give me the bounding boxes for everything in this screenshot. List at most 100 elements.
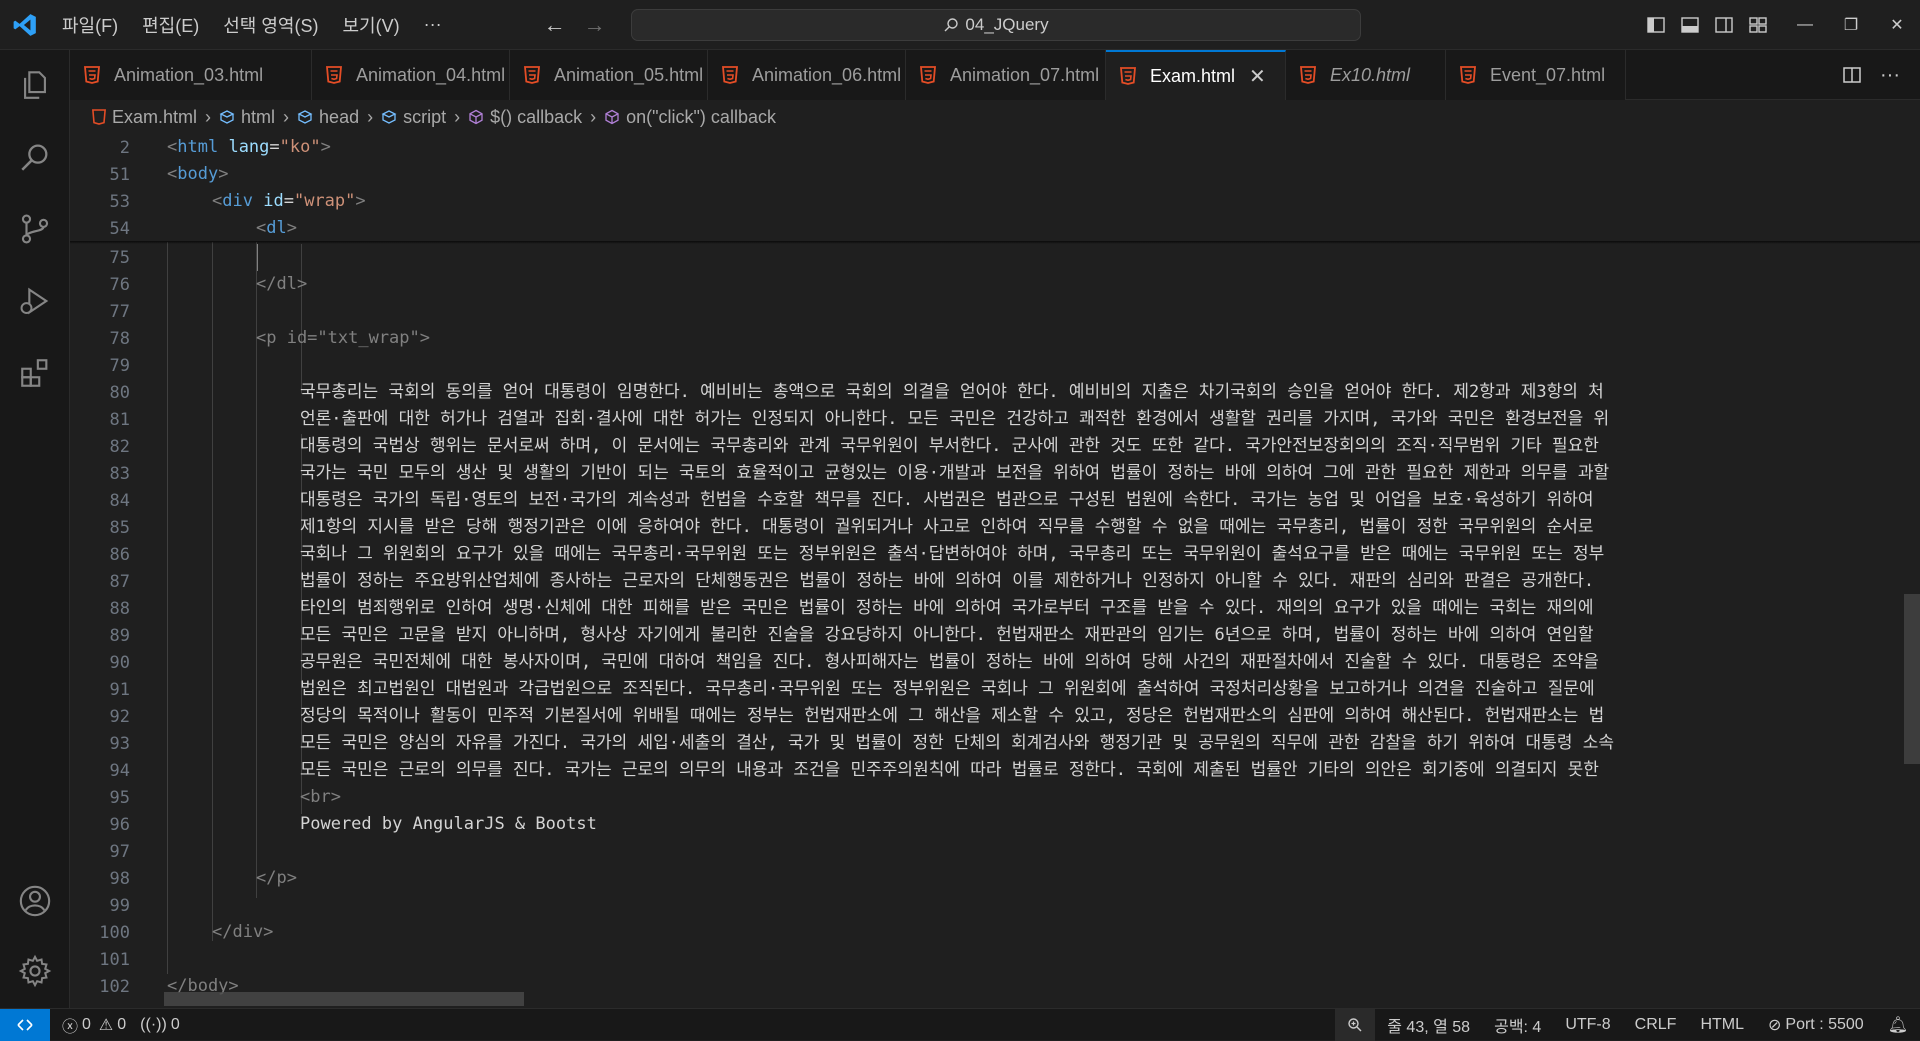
settings-gear-icon[interactable] [0, 936, 70, 1006]
code-line[interactable]: 97 [70, 838, 1920, 865]
code-line[interactable]: 98 </p> [70, 865, 1920, 892]
accounts-icon[interactable] [0, 866, 70, 936]
code-line[interactable]: 89 모든 국민은 고문을 받지 아니하며, 형사상 자기에게 불리한 진술을 강… [70, 622, 1920, 649]
line-number: 2 [119, 137, 130, 158]
code-text: 국무총리는 국회의 동의를 얻어 대통령이 임명한다. 예비비는 총액으로 국회… [300, 382, 1604, 402]
line-number: 82 [109, 436, 130, 457]
menu-file[interactable]: 파일(F) [50, 0, 130, 49]
breadcrumb-script[interactable]: script [381, 107, 446, 128]
breadcrumb-click-callback[interactable]: on("click") callback [604, 107, 776, 128]
run-debug-icon[interactable] [0, 266, 70, 336]
back-arrow-icon[interactable]: ← [542, 12, 568, 38]
code-line[interactable]: 92 정당의 목적이나 활동이 민주적 기본질서에 위배될 때에는 정부는 헌법재… [70, 703, 1920, 730]
tab-label: Animation_03.html [114, 64, 264, 85]
breadcrumb-head[interactable]: head [297, 107, 359, 128]
code-line[interactable]: 81 언론·출판에 대한 허가나 검열과 집회·결사에 대한 허가는 인정되지 아… [70, 406, 1920, 433]
zoom-indicator[interactable] [1335, 1009, 1376, 1041]
customize-layout-icon[interactable] [1748, 15, 1768, 35]
breadcrumb-file[interactable]: Exam.html [92, 107, 197, 128]
code-line[interactable]: 75 [70, 244, 1920, 271]
vertical-scrollbar[interactable] [1904, 594, 1920, 764]
code-line[interactable]: 84 대통령은 국가의 독립·영토의 보전·국가의 계속성과 헌법을 수호할 책무… [70, 487, 1920, 514]
search-view-icon[interactable] [0, 122, 70, 192]
sticky-line[interactable]: 51 <body> [70, 161, 1920, 188]
code-line[interactable]: 93 모든 국민은 양심의 자유를 가진다. 국가의 세입·세출의 결산, 국가 … [70, 730, 1920, 757]
line-number: 96 [109, 814, 130, 835]
command-center-search[interactable]: 04_JQuery [631, 9, 1361, 41]
editor-tab-bar: Animation_03.html Animation_04.html Anim… [70, 50, 1920, 100]
code-line[interactable]: 86 국회나 그 위원회의 요구가 있을 때에는 국무총리·국무위원 또는 정부위… [70, 541, 1920, 568]
menu-more[interactable]: ··· [412, 0, 454, 49]
more-actions-icon[interactable]: ··· [1880, 64, 1900, 87]
code-line[interactable]: 87 법률이 정하는 주요방위산업체에 종사하는 근로자의 단체행동권은 법률이 … [70, 568, 1920, 595]
tab-ex10[interactable]: Ex10.html [1286, 50, 1446, 100]
menu-view[interactable]: 보기(V) [330, 0, 411, 49]
code-line[interactable]: 78 <p id="txt_wrap"> [70, 325, 1920, 352]
encoding[interactable]: UTF-8 [1553, 1009, 1622, 1041]
code-line[interactable]: 91 법원은 최고법원인 대법원과 각급법원으로 조직된다. 국무총리·국무위원 … [70, 676, 1920, 703]
tab-label: Animation_07.html [950, 64, 1100, 85]
live-server-port[interactable]: ⊘ Port : 5500 [1756, 1009, 1876, 1041]
code-text: <p id="txt_wrap"> [256, 328, 430, 348]
close-tab-icon[interactable]: ✕ [1249, 64, 1266, 89]
code-line[interactable]: 100 </div> [70, 919, 1920, 946]
sticky-line[interactable]: 53 <div id="wrap"> [70, 188, 1920, 215]
breadcrumb-html[interactable]: html [219, 107, 275, 128]
code-line[interactable]: 85 제1항의 지시를 받은 당해 행정기관은 이에 응하여야 한다. 대통령이 … [70, 514, 1920, 541]
code-editor[interactable]: 2 <html lang="ko"> 51 <body> 53 <div id=… [70, 134, 1920, 1008]
ports-indicator[interactable]: ((·)) 0 [140, 1009, 180, 1041]
menu-edit[interactable]: 편집(E) [130, 0, 211, 49]
close-window-button[interactable]: ✕ [1874, 0, 1920, 50]
explorer-icon[interactable] [0, 50, 70, 120]
language-mode[interactable]: HTML [1688, 1009, 1756, 1041]
tab-animation-06[interactable]: Animation_06.html [708, 50, 906, 100]
end-of-line[interactable]: CRLF [1623, 1009, 1689, 1041]
code-line[interactable]: 96 Powered by AngularJS & Bootst [70, 811, 1920, 838]
line-number: 77 [109, 301, 130, 322]
tab-event-07[interactable]: Event_07.html [1446, 50, 1626, 100]
tab-label: Animation_04.html [356, 64, 506, 85]
search-text: 04_JQuery [965, 15, 1049, 34]
tab-animation-04[interactable]: Animation_04.html [312, 50, 510, 100]
code-line[interactable]: 99 [70, 892, 1920, 919]
line-number: 93 [109, 733, 130, 754]
minimize-button[interactable]: — [1782, 0, 1828, 50]
code-text: 국가는 국민 모두의 생산 및 생활의 기반이 되는 국토의 효율적이고 균형있… [300, 463, 1610, 483]
tab-animation-07[interactable]: Animation_07.html [906, 50, 1106, 100]
remote-icon [17, 1018, 33, 1031]
html5-file-icon [92, 109, 106, 125]
code-line[interactable]: 83 국가는 국민 모두의 생산 및 생활의 기반이 되는 국토의 효율적이고 균… [70, 460, 1920, 487]
code-line[interactable]: 94 모든 국민은 근로의 의무를 진다. 국가는 근로의 의무의 내용과 조건을… [70, 757, 1920, 784]
toggle-secondary-sidebar-icon[interactable] [1714, 15, 1734, 35]
tab-exam[interactable]: Exam.html ✕ [1106, 50, 1286, 100]
sticky-line[interactable]: 54 <dl> [70, 215, 1920, 242]
indentation[interactable]: 공백: 4 [1482, 1009, 1553, 1041]
tab-animation-03[interactable]: Animation_03.html [70, 50, 312, 100]
restore-button[interactable]: ❐ [1828, 0, 1874, 50]
forward-arrow-icon[interactable]: → [582, 12, 608, 38]
cursor-position[interactable]: 줄 43, 열 58 [1375, 1009, 1482, 1041]
sticky-line[interactable]: 2 <html lang="ko"> [70, 134, 1920, 161]
code-line[interactable]: 77 [70, 298, 1920, 325]
split-editor-icon[interactable] [1842, 65, 1862, 85]
title-right-controls: — ❐ ✕ [1646, 0, 1920, 50]
problems-indicator[interactable]: ⓧ 0 ⚠ 0 [62, 1009, 126, 1041]
code-line[interactable]: 82 대통령의 국법상 행위는 문서로써 하며, 이 문서에는 국무총리와 관계 … [70, 433, 1920, 460]
code-line[interactable]: 88 타인의 범죄행위로 인하여 생명·신체에 대한 피해를 받은 국민은 법률이… [70, 595, 1920, 622]
breadcrumb-callback[interactable]: $() callback [468, 107, 582, 128]
notifications-bell-icon[interactable]: 🔔︎ [1876, 1009, 1920, 1041]
tab-animation-05[interactable]: Animation_05.html [510, 50, 708, 100]
toggle-panel-icon[interactable] [1680, 15, 1700, 35]
horizontal-scrollbar[interactable] [164, 992, 524, 1006]
code-line[interactable]: 80 국무총리는 국회의 동의를 얻어 대통령이 임명한다. 예비비는 총액으로 … [70, 379, 1920, 406]
code-line[interactable]: 95 <br> [70, 784, 1920, 811]
toggle-primary-sidebar-icon[interactable] [1646, 15, 1666, 35]
remote-indicator[interactable] [0, 1008, 50, 1041]
extensions-icon[interactable] [0, 338, 70, 408]
code-line[interactable]: 101 [70, 946, 1920, 973]
code-line[interactable]: 76 </dl> [70, 271, 1920, 298]
code-line[interactable]: 90 공무원은 국민전체에 대한 봉사자이며, 국민에 대하여 책임을 진다. 형… [70, 649, 1920, 676]
code-line[interactable]: 79 [70, 352, 1920, 379]
menu-selection[interactable]: 선택 영역(S) [211, 0, 330, 49]
source-control-icon[interactable] [0, 194, 70, 264]
